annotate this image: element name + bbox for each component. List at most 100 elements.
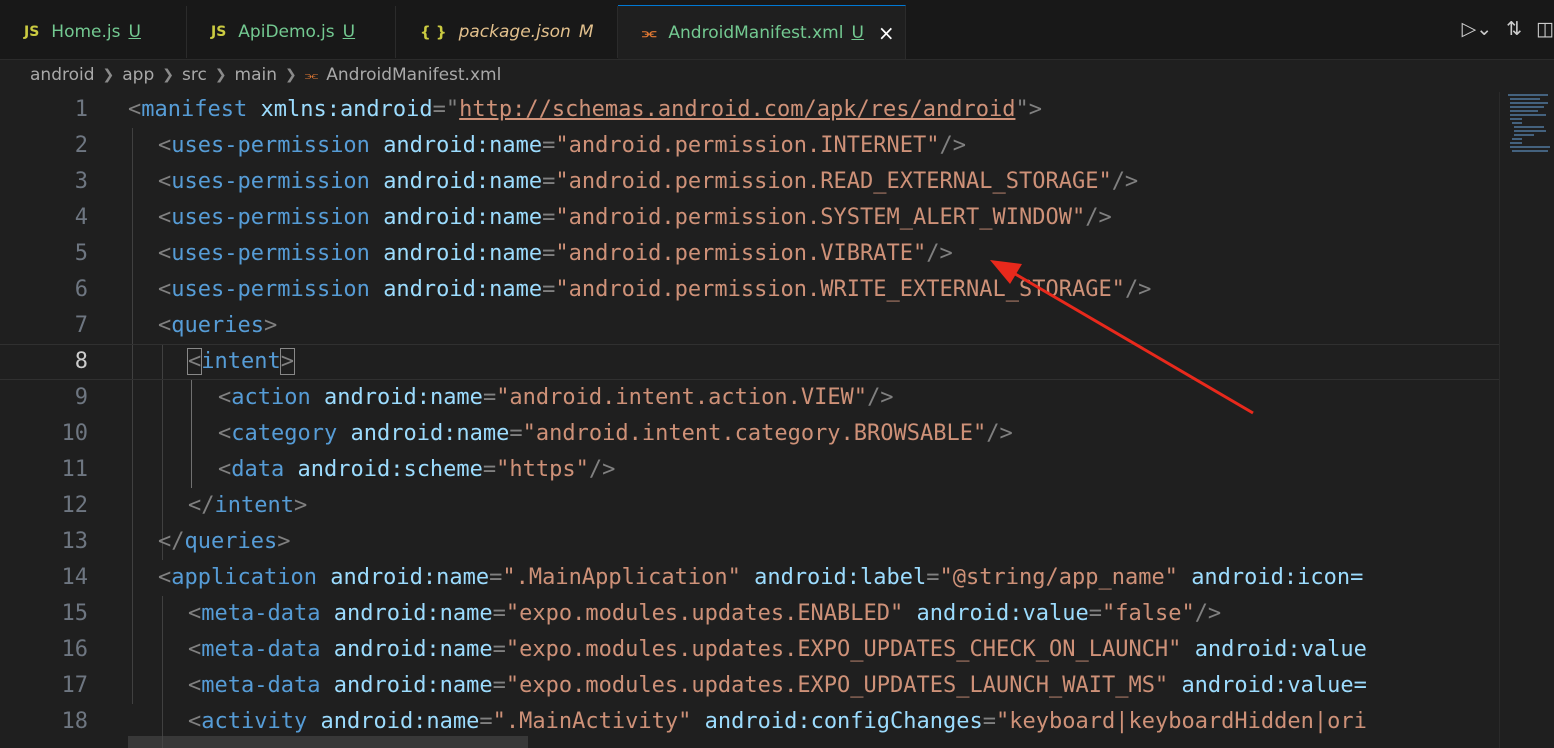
git-status-badge: U bbox=[342, 22, 356, 42]
punctuation: /> bbox=[926, 241, 953, 266]
punctuation: = bbox=[542, 133, 556, 158]
url-link[interactable]: http://schemas.android.com/apk/res/andro… bbox=[459, 97, 1015, 122]
tag-name: intent bbox=[214, 493, 294, 518]
chevron-right-icon: ❯ bbox=[162, 67, 174, 83]
breadcrumb-android[interactable]: android bbox=[30, 65, 95, 85]
attribute-value: "android.permission.INTERNET" bbox=[555, 133, 940, 158]
attribute-value: "android.permission.VIBRATE" bbox=[555, 241, 927, 266]
attribute-value: "expo.modules.updates.EXPO_UPDATES_LAUNC… bbox=[505, 673, 1169, 698]
attribute-name: android:scheme bbox=[297, 457, 483, 482]
breadcrumb-file[interactable]: AndroidManifest.xml bbox=[326, 65, 501, 85]
tag-name: uses-permission bbox=[171, 277, 370, 302]
code-line[interactable]: 12 </intent> bbox=[0, 488, 1500, 524]
close-tab-icon[interactable]: × bbox=[878, 23, 895, 43]
line-number: 12 bbox=[61, 493, 89, 518]
code-text: <uses-permission android:name="android.p… bbox=[158, 164, 1138, 200]
code-line[interactable]: 11 <data android:scheme="https"/> bbox=[0, 452, 1500, 488]
code-line[interactable]: 13 </queries> bbox=[0, 524, 1500, 560]
punctuation: < bbox=[188, 673, 202, 698]
code-text: <queries> bbox=[158, 308, 277, 344]
code-text: <uses-permission android:name="android.p… bbox=[158, 272, 1151, 308]
code-line[interactable]: 18 <activity android:name=".MainActivity"… bbox=[0, 704, 1500, 740]
code-line[interactable]: 3 <uses-permission android:name="android.… bbox=[0, 164, 1500, 200]
code-text: </intent> bbox=[188, 488, 307, 524]
line-number: 14 bbox=[61, 565, 89, 590]
source-control-compare-icon[interactable]: ⇅ bbox=[1506, 18, 1522, 40]
split-editor-icon[interactable]: ◫ bbox=[1536, 18, 1554, 40]
tag-name: action bbox=[231, 385, 311, 410]
code-editor[interactable]: 1 <manifest xmlns:android="http://schemas… bbox=[0, 92, 1500, 748]
attribute-value: "false" bbox=[1101, 601, 1195, 626]
code-line[interactable]: 5 <uses-permission android:name="android.… bbox=[0, 236, 1500, 272]
tag-name: application bbox=[171, 565, 317, 590]
punctuation: < bbox=[158, 241, 172, 266]
line-number: 16 bbox=[61, 637, 89, 662]
breadcrumb-main[interactable]: main bbox=[235, 65, 277, 85]
tag-name: meta-data bbox=[201, 637, 321, 662]
breadcrumb-app[interactable]: app bbox=[122, 65, 154, 85]
punctuation: = bbox=[982, 709, 997, 734]
code-text: <meta-data android:name="expo.modules.up… bbox=[188, 632, 1367, 668]
punctuation: < bbox=[158, 313, 172, 338]
tab-package-json[interactable]: { } package.json M bbox=[396, 6, 618, 58]
code-text: <uses-permission android:name="android.p… bbox=[158, 236, 953, 272]
punctuation: > bbox=[1028, 97, 1042, 122]
code-line[interactable]: 14 <application android:name=".MainApplic… bbox=[0, 560, 1500, 596]
code-text: <intent> bbox=[186, 345, 296, 379]
code-line[interactable]: 9 <action android:name="android.intent.ac… bbox=[0, 380, 1500, 416]
attribute-value: "android.permission.WRITE_EXTERNAL_STORA… bbox=[555, 277, 1125, 302]
chevron-right-icon: ❯ bbox=[214, 67, 227, 83]
tab-apidemo-js[interactable]: JS ApiDemo.js U bbox=[187, 6, 396, 58]
horizontal-scrollbar[interactable] bbox=[128, 736, 528, 748]
punctuation: = bbox=[542, 277, 556, 302]
tab-androidmanifest-xml[interactable]: ⫘ AndroidManifest.xml U × bbox=[618, 5, 906, 59]
code-line[interactable]: 16 <meta-data android:name="expo.modules.… bbox=[0, 632, 1500, 668]
punctuation: = bbox=[479, 709, 493, 734]
breadcrumb-src[interactable]: src bbox=[182, 65, 207, 85]
run-debug-icon[interactable]: ▷⌄ bbox=[1462, 18, 1493, 40]
attribute-name: android:name bbox=[350, 421, 510, 446]
code-line[interactable]: 2 <uses-permission android:name="android.… bbox=[0, 128, 1500, 164]
tab-label: AndroidManifest.xml bbox=[668, 22, 844, 43]
tag-name: meta-data bbox=[201, 673, 321, 698]
tab-label: Home.js bbox=[51, 22, 121, 42]
tag-name: data bbox=[231, 457, 285, 482]
code-line[interactable]: 1 <manifest xmlns:android="http://schemas… bbox=[0, 92, 1500, 128]
code-line[interactable]: 8 <intent> bbox=[0, 344, 1500, 380]
attribute-name: android:name bbox=[383, 133, 543, 158]
punctuation: = bbox=[1088, 601, 1102, 626]
minimap[interactable] bbox=[1499, 92, 1554, 748]
punctuation: = bbox=[492, 673, 506, 698]
punctuation: < bbox=[218, 421, 232, 446]
code-line[interactable]: 6 <uses-permission android:name="android.… bbox=[0, 272, 1500, 308]
code-line[interactable]: 10 <category android:name="android.intent… bbox=[0, 416, 1500, 452]
attribute-value: "expo.modules.updates.ENABLED" bbox=[505, 601, 904, 626]
code-line[interactable]: 15 <meta-data android:name="expo.modules.… bbox=[0, 596, 1500, 632]
tag-name: intent bbox=[201, 349, 281, 374]
code-text: <meta-data android:name="expo.modules.up… bbox=[188, 668, 1367, 704]
punctuation: < bbox=[158, 565, 172, 590]
code-line[interactable]: 17 <meta-data android:name="expo.modules.… bbox=[0, 668, 1500, 704]
punctuation: < bbox=[186, 348, 203, 375]
code-text: <category android:name="android.intent.c… bbox=[218, 416, 1013, 452]
attribute-name: android:value bbox=[916, 601, 1089, 626]
attribute-name: android:name bbox=[383, 169, 543, 194]
punctuation: = bbox=[432, 97, 446, 122]
attribute-name: android:configChanges bbox=[704, 709, 983, 734]
tab-label: package.json bbox=[458, 22, 571, 42]
code-line[interactable]: 7 <queries> bbox=[0, 308, 1500, 344]
attribute-name: android:name bbox=[333, 673, 493, 698]
tab-home-js[interactable]: JS Home.js U bbox=[0, 6, 187, 58]
code-line[interactable]: 4 <uses-permission android:name="android.… bbox=[0, 200, 1500, 236]
